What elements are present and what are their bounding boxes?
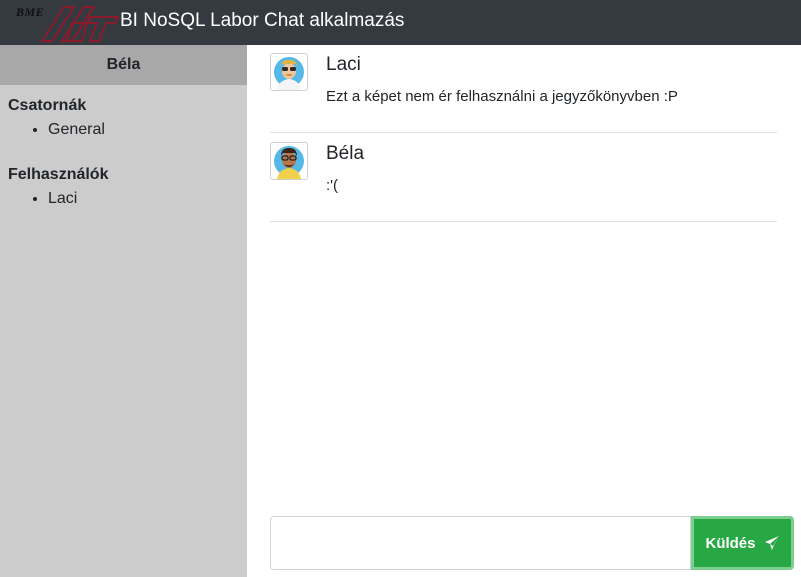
message-item: Laci Ezt a képet nem ér felhasználni a j…	[270, 45, 777, 133]
message-input[interactable]	[270, 516, 691, 570]
app-title: BI NoSQL Labor Chat alkalmazás	[120, 10, 405, 31]
user-list: Laci	[8, 187, 239, 211]
channels-section: Csatornák General	[0, 96, 247, 142]
paper-plane-icon	[764, 536, 779, 550]
channel-list: General	[8, 118, 239, 142]
message-text: Ezt a képet nem ér felhasználni a jegyző…	[326, 88, 678, 105]
message-author: Laci	[326, 54, 361, 75]
users-title: Felhasználók	[8, 166, 109, 183]
channels-title: Csatornák	[8, 97, 87, 114]
message-text: :'(	[326, 177, 339, 194]
send-button-label: Küldés	[705, 534, 756, 552]
users-section: Felhasználók Laci	[0, 165, 247, 211]
sidebar: Béla Csatornák General Felhasználók Laci	[0, 45, 247, 577]
chat-main: Laci Ezt a képet nem ér felhasználni a j…	[247, 45, 801, 577]
message-composer: Küldés	[270, 516, 794, 570]
message-list: Laci Ezt a képet nem ér felhasználni a j…	[270, 45, 777, 222]
message-item: Béla :'(	[270, 133, 777, 222]
current-user-name: Béla	[0, 45, 247, 85]
message-author: Béla	[326, 143, 365, 164]
bme-aut-logo: BME	[12, 3, 122, 43]
user-item-laci[interactable]: Laci	[48, 187, 239, 211]
navbar: BME BI NoSQL Labor Chat alkalmazás	[0, 0, 801, 45]
channel-item-general[interactable]: General	[48, 118, 239, 142]
aut-logo-icon	[40, 6, 120, 42]
avatar-bela-icon	[270, 142, 308, 180]
send-button[interactable]: Küldés	[691, 516, 794, 570]
avatar-laci-icon	[270, 53, 308, 91]
